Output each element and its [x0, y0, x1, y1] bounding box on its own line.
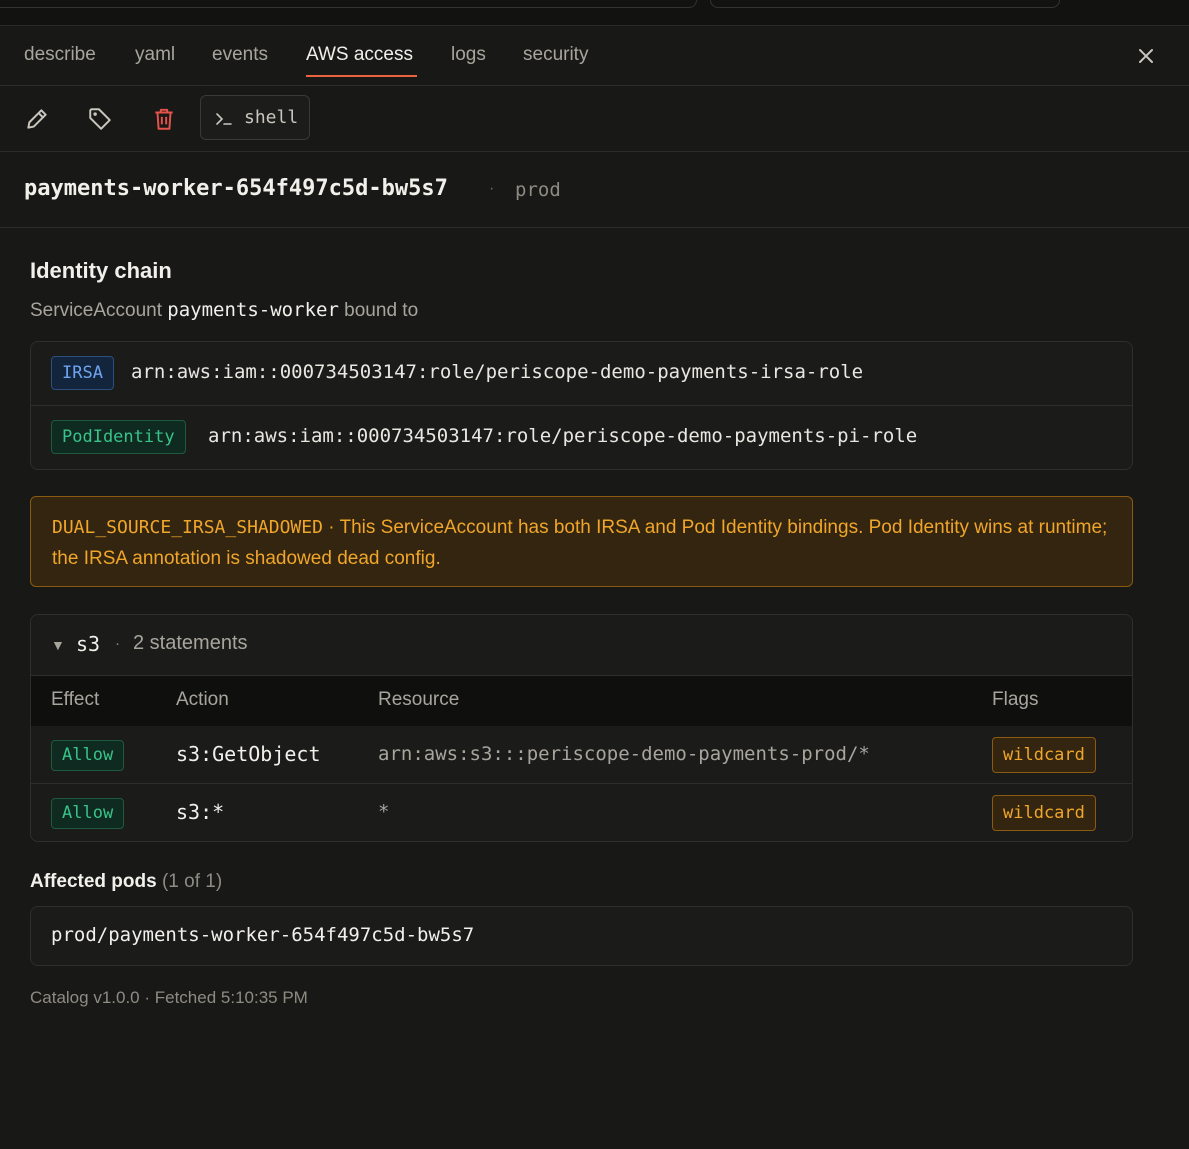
policy-section-toggle[interactable]: ▼ s3 · 2 statements: [31, 615, 1132, 676]
affected-pods-list: prod/payments-worker-654f497c5d-bw5s7: [30, 906, 1133, 966]
catalog-footer: Catalog v1.0.0 · Fetched 5:10:35 PM: [30, 988, 308, 1007]
sa-prefix: ServiceAccount: [30, 300, 163, 321]
tab-events[interactable]: events: [212, 44, 268, 66]
namespace-label: prod: [515, 179, 561, 201]
tab-describe[interactable]: describe: [24, 44, 96, 66]
statements-table-header: Effect Action Resource Flags: [31, 676, 1132, 726]
effect-badge: Allow: [51, 740, 125, 771]
irsa-badge: IRSA: [51, 356, 114, 390]
close-icon[interactable]: [1134, 44, 1158, 68]
tab-yaml[interactable]: yaml: [135, 44, 175, 66]
tab-logs[interactable]: logs: [451, 44, 486, 66]
column-resource: Resource: [378, 689, 460, 710]
effect-badge: Allow: [51, 798, 125, 829]
active-tab-underline: [306, 75, 417, 77]
resource-cell: *: [378, 801, 390, 823]
pod-name: payments-worker-654f497c5d-bw5s7: [24, 176, 448, 201]
column-effect: Effect: [51, 689, 100, 710]
table-row: Allow s3:GetObject arn:aws:s3:::periscop…: [31, 726, 1132, 784]
binding-row-pod-identity: PodIdentity arn:aws:iam::000734503147:ro…: [31, 406, 1132, 469]
detail-tabs: describe yaml events AWS access logs sec…: [0, 26, 1189, 86]
top-select-field[interactable]: [710, 0, 1060, 8]
irsa-role-arn: arn:aws:iam::000734503147:role/periscope…: [131, 361, 864, 383]
tag-icon[interactable]: [87, 106, 113, 132]
action-cell: s3:GetObject: [176, 742, 321, 766]
resource-cell: arn:aws:s3:::periscope-demo-payments-pro…: [378, 743, 870, 765]
action-toolbar: shell: [0, 86, 1189, 152]
statement-count: 2 statements: [133, 632, 248, 654]
identity-chain-heading: Identity chain: [30, 258, 172, 283]
shell-button[interactable]: shell: [200, 95, 310, 140]
action-cell: s3:*: [176, 800, 225, 824]
affected-pods-count: (1 of 1): [161, 871, 223, 892]
service-account-line: ServiceAccount payments-worker bound to: [30, 299, 418, 322]
policy-separator: ·: [115, 635, 120, 652]
warning-code: DUAL_SOURCE_IRSA_SHADOWED: [52, 517, 323, 538]
pod-identity-role-arn: arn:aws:iam::000734503147:role/periscope…: [208, 425, 918, 447]
caret-down-icon: ▼: [51, 637, 65, 653]
trash-icon[interactable]: [151, 106, 177, 132]
service-account-name: payments-worker: [167, 299, 339, 321]
column-action: Action: [176, 689, 229, 710]
table-row: Allow s3:* * wildcard: [31, 784, 1132, 841]
policy-section-s3: ▼ s3 · 2 statements Effect Action Resour…: [30, 614, 1133, 842]
affected-pods-heading: Affected pods (1 of 1): [30, 871, 222, 893]
identity-bindings-list: IRSA arn:aws:iam::000734503147:role/peri…: [30, 341, 1133, 470]
affected-pod-link[interactable]: prod/payments-worker-654f497c5d-bw5s7: [51, 924, 474, 946]
top-input-field[interactable]: [0, 0, 697, 8]
sa-suffix: bound to: [344, 300, 419, 321]
binding-row-irsa: IRSA arn:aws:iam::000734503147:role/peri…: [31, 342, 1132, 406]
top-strip: [0, 0, 1189, 26]
wildcard-flag: wildcard: [992, 737, 1096, 773]
title-separator: ·: [489, 180, 495, 197]
column-flags: Flags: [992, 689, 1039, 710]
pod-identity-badge: PodIdentity: [51, 420, 186, 454]
warning-banner: DUAL_SOURCE_IRSA_SHADOWED · This Service…: [30, 496, 1133, 587]
tab-security[interactable]: security: [523, 44, 588, 66]
policy-service-name: s3: [76, 632, 101, 656]
wildcard-flag: wildcard: [992, 795, 1096, 831]
pod-header: payments-worker-654f497c5d-bw5s7 · prod: [0, 152, 1189, 228]
tab-aws-access[interactable]: AWS access: [306, 44, 413, 66]
terminal-prompt-icon: [216, 113, 232, 125]
warning-separator: ·: [322, 517, 340, 538]
affected-pods-title: Affected pods: [30, 871, 157, 892]
shell-button-label: shell: [244, 107, 299, 128]
pencil-icon[interactable]: [24, 106, 50, 132]
